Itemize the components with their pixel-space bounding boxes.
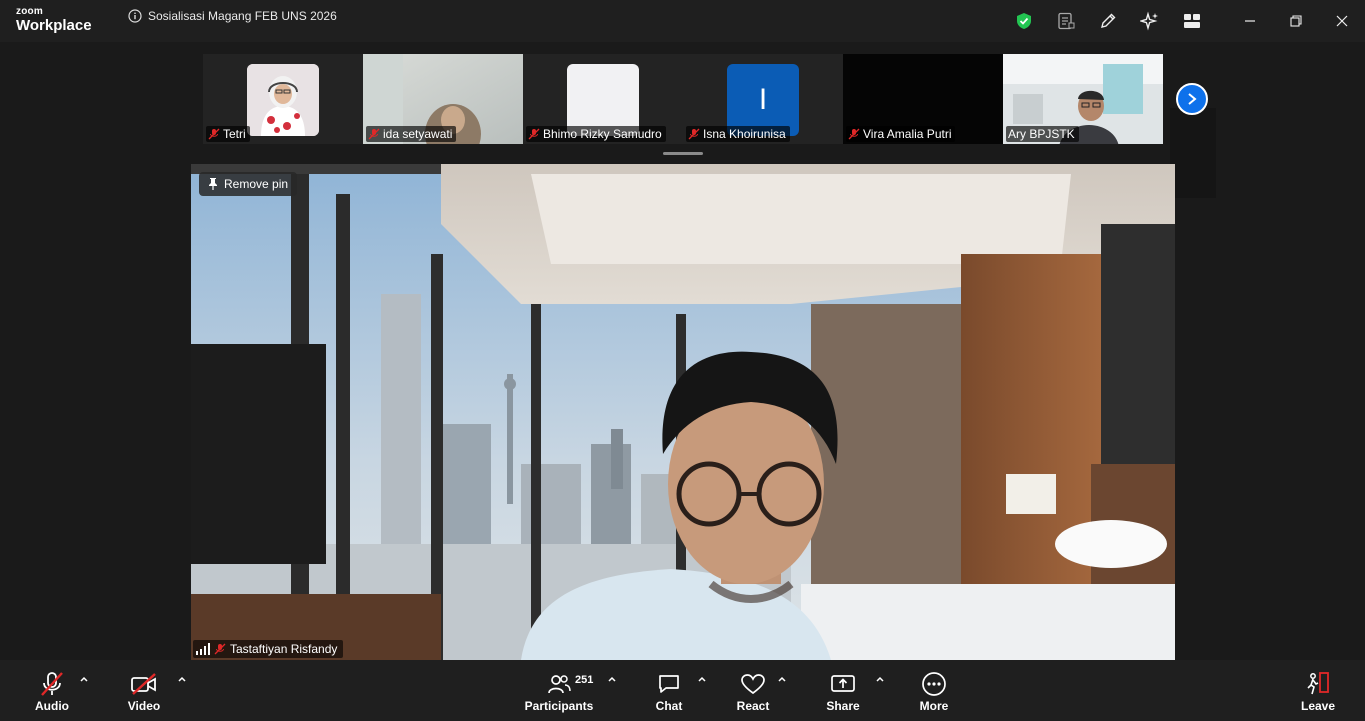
participant-thumbnail[interactable]: Bhimo Rizky Samudro xyxy=(523,54,683,144)
participant-name-tag: Vira Amalia Putri xyxy=(846,126,956,142)
participants-count: 251 xyxy=(575,674,594,686)
more-button[interactable]: More xyxy=(910,660,958,721)
speaker-name-tag: Tastaftiyan Risfandy xyxy=(193,640,344,658)
pinned-video[interactable]: Remove pin Tastaftiyan Risfandy xyxy=(191,164,1175,660)
info-icon[interactable] xyxy=(128,9,142,23)
video-label: Video xyxy=(127,699,161,713)
participant-thumbnail[interactable]: Vira Amalia Putri xyxy=(843,54,1003,144)
react-button[interactable]: React xyxy=(729,660,777,721)
participant-name-tag: Bhimo Rizky Samudro xyxy=(526,126,666,142)
participant-name: Tetri xyxy=(223,127,246,141)
leave-label: Leave xyxy=(1300,699,1336,713)
react-options-chevron-icon[interactable] xyxy=(777,674,787,684)
chat-button[interactable]: Chat xyxy=(645,660,693,721)
meeting-info[interactable]: Sosialisasi Magang FEB UNS 2026 xyxy=(128,9,337,23)
leave-button[interactable]: Leave xyxy=(1294,660,1342,721)
brand-bottom: Workplace xyxy=(16,17,92,34)
share-label: Share xyxy=(826,699,860,713)
participant-thumbnail[interactable]: ida setyawati xyxy=(363,54,523,144)
video-button[interactable]: Video xyxy=(120,660,168,721)
remove-pin-label: Remove pin xyxy=(224,177,289,191)
react-label: React xyxy=(736,699,770,713)
meeting-toolbar: Audio Video Participants 251 Chat React xyxy=(0,660,1365,721)
strip-resize-handle[interactable] xyxy=(663,152,703,155)
participant-name: Bhimo Rizky Samudro xyxy=(543,127,662,141)
audio-options-chevron-icon[interactable] xyxy=(79,674,89,684)
participant-thumbnail[interactable]: Tetri xyxy=(203,54,363,144)
audio-button[interactable]: Audio xyxy=(28,660,76,721)
participant-name: Isna Khoirunisa xyxy=(703,127,786,141)
avatar-letter: I xyxy=(758,83,768,116)
restore-icon[interactable] xyxy=(1273,0,1319,42)
participant-thumbnail[interactable]: I Isna Khoirunisa xyxy=(683,54,843,144)
more-label: More xyxy=(919,699,949,713)
speaker-video-frame xyxy=(191,164,1175,660)
avatar xyxy=(247,64,319,136)
chat-bubble-icon xyxy=(659,675,679,693)
mic-muted-icon xyxy=(214,643,226,655)
mic-muted-icon xyxy=(368,128,380,140)
participants-button[interactable]: Participants xyxy=(524,660,594,721)
thumbnail-strip: Tetri ida setyawati Bhimo Rizky Samudro … xyxy=(0,54,1365,198)
participant-name: ida setyawati xyxy=(383,127,453,141)
minimize-icon[interactable] xyxy=(1227,0,1273,42)
remove-pin-button[interactable]: Remove pin xyxy=(199,172,298,196)
participant-name-tag: Isna Khoirunisa xyxy=(686,126,790,142)
share-options-chevron-icon[interactable] xyxy=(875,674,885,684)
close-icon[interactable] xyxy=(1319,0,1365,42)
participant-name-tag: Ary BPJSTK xyxy=(1006,126,1079,142)
participant-name: Ary BPJSTK xyxy=(1008,127,1075,141)
audio-label: Audio xyxy=(35,699,69,713)
title-bar: zoom Workplace Sosialisasi Magang FEB UN… xyxy=(0,0,1365,42)
mic-muted-icon xyxy=(688,128,700,140)
pin-icon xyxy=(209,178,217,190)
leave-door-icon xyxy=(1307,672,1329,695)
mic-muted-icon xyxy=(848,128,860,140)
participants-icon xyxy=(548,675,571,694)
brand-top: zoom xyxy=(16,6,43,17)
annotate-pen-icon[interactable] xyxy=(1087,0,1129,42)
participant-name-tag: ida setyawati xyxy=(366,126,457,142)
thumbnail-next-panel xyxy=(1170,108,1216,198)
notes-icon[interactable] xyxy=(1045,0,1087,42)
participants-options-chevron-icon[interactable] xyxy=(607,674,617,684)
chat-options-chevron-icon[interactable] xyxy=(697,674,707,684)
chat-label: Chat xyxy=(655,699,683,713)
video-off-icon xyxy=(131,673,156,695)
share-button[interactable]: Share xyxy=(819,660,867,721)
mic-muted-icon xyxy=(528,128,540,140)
view-layout-icon[interactable] xyxy=(1171,0,1213,42)
meeting-title: Sosialisasi Magang FEB UNS 2026 xyxy=(148,9,337,23)
participants-label: Participants xyxy=(524,699,594,713)
participant-name-tag: Tetri xyxy=(206,126,250,142)
participant-name: Vira Amalia Putri xyxy=(863,127,952,141)
video-options-chevron-icon[interactable] xyxy=(177,674,187,684)
speaker-name: Tastaftiyan Risfandy xyxy=(230,642,338,656)
ai-companion-icon[interactable] xyxy=(1129,0,1171,42)
signal-strength-icon xyxy=(196,643,210,655)
chevron-right-icon xyxy=(1188,93,1197,105)
heart-icon xyxy=(741,674,765,695)
zoom-logo: zoom Workplace xyxy=(16,6,92,34)
mic-muted-icon xyxy=(208,128,220,140)
share-screen-icon xyxy=(831,675,855,692)
more-dots-icon xyxy=(922,672,946,696)
security-shield-icon[interactable] xyxy=(1003,0,1045,42)
participant-thumbnail[interactable]: Ary BPJSTK xyxy=(1003,54,1163,144)
mic-muted-icon xyxy=(41,672,63,696)
next-page-button[interactable] xyxy=(1176,83,1208,115)
